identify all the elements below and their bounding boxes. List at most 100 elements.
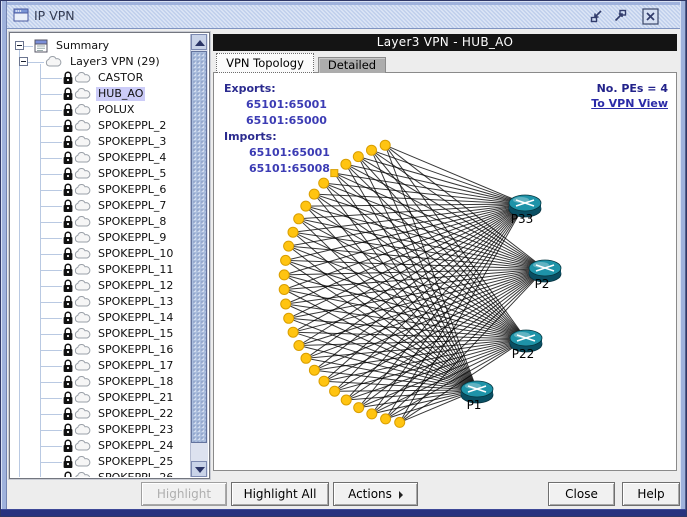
tree-scrollbar[interactable] [190, 34, 208, 477]
tree-item-spokeppl_11[interactable]: SPOKEPPL_11 [11, 262, 190, 278]
tree-connector [24, 46, 33, 47]
ce-node[interactable] [330, 386, 340, 396]
tree-item-polux[interactable]: POLUX [11, 102, 190, 118]
ce-node[interactable] [331, 170, 338, 177]
pe-router-p1[interactable]: P1 [461, 381, 493, 412]
pe-router-p22[interactable]: P22 [510, 330, 542, 361]
scrollbar-thumb[interactable] [191, 51, 207, 443]
tree-item-label: SPOKEPPL_25 [96, 455, 175, 469]
import-value: 65101:65001 [249, 145, 330, 161]
tree-item-label: SPOKEPPL_16 [96, 343, 175, 357]
scroll-down-button[interactable] [191, 461, 207, 477]
ce-node[interactable] [279, 270, 289, 280]
tree-item-label: SPOKEPPL_9 [96, 231, 168, 245]
tree-item-spokeppl_14[interactable]: SPOKEPPL_14 [11, 310, 190, 326]
maximize-button[interactable] [611, 8, 628, 25]
tree-expander-icon[interactable] [19, 57, 28, 66]
ce-node[interactable] [301, 353, 311, 363]
tree-item-spokeppl_25[interactable]: SPOKEPPL_25 [11, 454, 190, 470]
help-button[interactable]: Help [622, 482, 680, 506]
ce-node[interactable] [309, 365, 319, 375]
pe-router-p2[interactable]: P2 [529, 260, 561, 291]
highlight-button[interactable]: Highlight [141, 482, 227, 506]
tree-item-spokeppl_5[interactable]: SPOKEPPL_5 [11, 166, 190, 182]
topology-edge [299, 204, 525, 346]
ce-node[interactable] [301, 201, 311, 211]
ce-node[interactable] [341, 159, 351, 169]
tree-item-spokeppl_26[interactable]: SPOKEPPL_26 [11, 470, 190, 477]
tree-item-layer3 vpn (29)[interactable]: Layer3 VPN (29) [11, 54, 190, 70]
tree-item-spokeppl_6[interactable]: SPOKEPPL_6 [11, 182, 190, 198]
ce-node[interactable] [279, 285, 289, 295]
tree-item-spokeppl_2[interactable]: SPOKEPPL_2 [11, 118, 190, 134]
tree-connector [40, 350, 62, 351]
ce-node[interactable] [294, 214, 304, 224]
ce-node[interactable] [288, 327, 298, 337]
ce-node[interactable] [284, 241, 294, 251]
tree-item-spokeppl_16[interactable]: SPOKEPPL_16 [11, 342, 190, 358]
tree-item-label: SPOKEPPL_8 [96, 215, 168, 229]
tree-connector [40, 78, 62, 79]
tree-item-spokeppl_10[interactable]: SPOKEPPL_10 [11, 246, 190, 262]
vpn-cloud-icon [73, 199, 92, 215]
ce-node[interactable] [354, 403, 364, 413]
vpn-cloud-icon [73, 439, 92, 455]
scroll-up-button[interactable] [191, 34, 207, 50]
pe-router-label: P1 [467, 398, 482, 412]
ce-node[interactable] [380, 140, 390, 150]
tree-connector [40, 126, 62, 127]
tree-item-spokeppl_23[interactable]: SPOKEPPL_23 [11, 422, 190, 438]
footer-bar: Highlight Highlight All Actions Close He… [7, 478, 680, 509]
tree-item-castor[interactable]: CASTOR [11, 70, 190, 86]
tree-connector [40, 366, 62, 367]
vpn-cloud-icon [73, 407, 92, 423]
tree-item-spokeppl_21[interactable]: SPOKEPPL_21 [11, 390, 190, 406]
tree-item-spokeppl_22[interactable]: SPOKEPPL_22 [11, 406, 190, 422]
tree-item-spokeppl_4[interactable]: SPOKEPPL_4 [11, 150, 190, 166]
tree-item-spokeppl_24[interactable]: SPOKEPPL_24 [11, 438, 190, 454]
actions-button[interactable]: Actions [333, 482, 418, 506]
ce-node[interactable] [367, 145, 377, 155]
ce-node[interactable] [341, 395, 351, 405]
ce-node[interactable] [281, 255, 291, 265]
tree-item-spokeppl_7[interactable]: SPOKEPPL_7 [11, 198, 190, 214]
vpn-cloud-icon [73, 295, 92, 311]
iconify-button[interactable] [588, 8, 605, 25]
tree-item-spokeppl_12[interactable]: SPOKEPPL_12 [11, 278, 190, 294]
ce-node[interactable] [319, 376, 329, 386]
close-button-titlebar[interactable] [642, 8, 659, 25]
tree-item-hub_ao[interactable]: HUB_AO [11, 86, 190, 102]
vpn-cloud-icon [73, 279, 92, 295]
vpn-cloud-icon [73, 359, 92, 375]
tab-detailed[interactable]: Detailed [318, 57, 386, 73]
tab-vpn-topology[interactable]: VPN Topology [216, 53, 314, 73]
ce-node[interactable] [395, 417, 405, 427]
ce-node[interactable] [281, 299, 291, 309]
tree-item-label: SPOKEPPL_4 [96, 151, 168, 165]
tree-item-spokeppl_15[interactable]: SPOKEPPL_15 [11, 326, 190, 342]
vpn-cloud-icon [73, 311, 92, 327]
ce-node[interactable] [284, 313, 294, 323]
ce-node[interactable] [353, 152, 363, 162]
tree-item-spokeppl_13[interactable]: SPOKEPPL_13 [11, 294, 190, 310]
title-bar[interactable]: IP VPN [6, 4, 681, 29]
to-vpn-view-link[interactable]: To VPN View [591, 97, 668, 110]
tree-item-summary[interactable]: Summary [11, 38, 190, 54]
tree-item-spokeppl_18[interactable]: SPOKEPPL_18 [11, 374, 190, 390]
ce-node[interactable] [294, 341, 304, 351]
ce-node[interactable] [381, 414, 391, 424]
tree-item-spokeppl_8[interactable]: SPOKEPPL_8 [11, 214, 190, 230]
ce-node[interactable] [319, 178, 329, 188]
route-targets-block: Exports: 65101:65001 65101:65000 Imports… [224, 81, 330, 177]
tree-item-spokeppl_9[interactable]: SPOKEPPL_9 [11, 230, 190, 246]
close-button[interactable]: Close [548, 482, 615, 506]
ce-node[interactable] [288, 227, 298, 237]
tree-item-spokeppl_17[interactable]: SPOKEPPL_17 [11, 358, 190, 374]
ce-node[interactable] [367, 409, 377, 419]
tree-connector [40, 398, 62, 399]
pe-router-p33[interactable]: P33 [509, 195, 541, 226]
tree-expander-icon[interactable] [15, 41, 24, 50]
ce-node[interactable] [309, 189, 319, 199]
highlight-all-button[interactable]: Highlight All [231, 482, 329, 506]
tree-item-spokeppl_3[interactable]: SPOKEPPL_3 [11, 134, 190, 150]
